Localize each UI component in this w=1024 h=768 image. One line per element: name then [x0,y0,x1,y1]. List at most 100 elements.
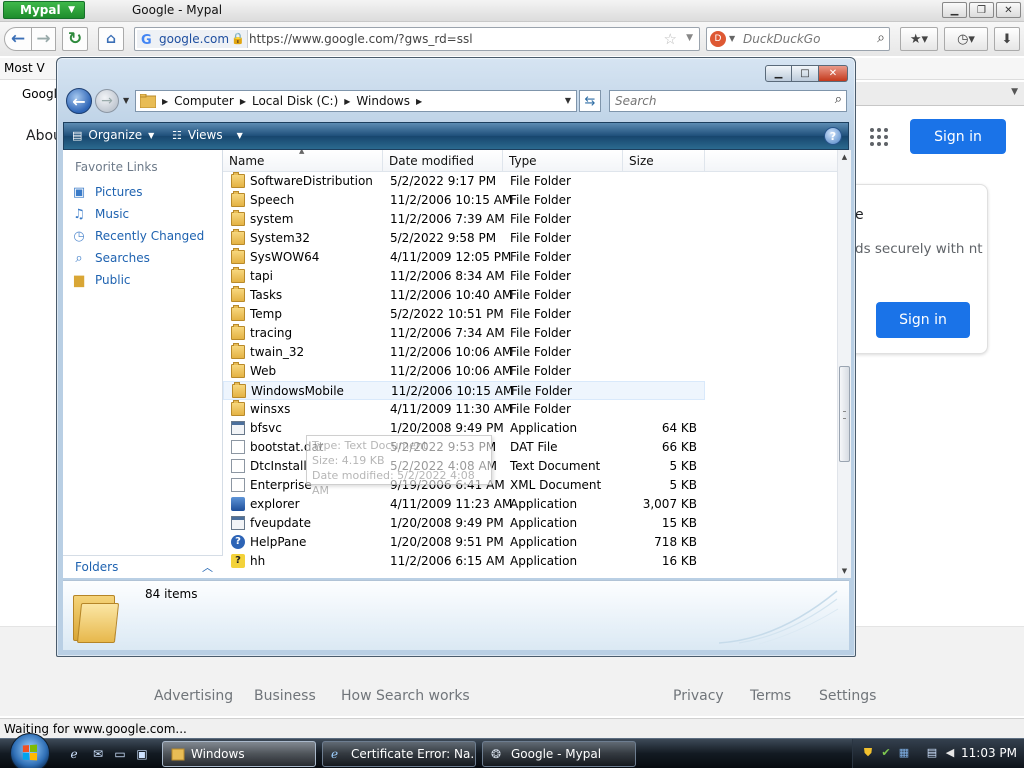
signin-button[interactable]: Sign in [910,119,1006,154]
breadcrumb-local-disk[interactable]: Local Disk (C:) [252,94,338,108]
quicklaunch-switch-windows-icon[interactable]: ▣ [134,746,150,762]
file-row[interactable]: Tasks 11/2/2006 10:40 AM File Folder [223,286,705,305]
file-row[interactable]: ? HelpPane 1/20/2008 9:51 PM Application 718… [223,533,705,552]
scroll-up-icon[interactable]: ▲ [838,150,851,164]
search-input[interactable] [743,31,871,47]
arrow-right-icon: → [101,93,113,109]
explorer-search-input[interactable] [615,94,815,108]
file-row[interactable]: WindowsMobile 11/2/2006 10:15 AM File Fold… [223,381,705,400]
quicklaunch-thunderbird-icon[interactable]: ✉ [90,746,106,762]
duckduckgo-icon[interactable]: D [710,31,726,47]
explorer-close-button[interactable]: ✕ [819,65,848,82]
bookmark-most-visited[interactable]: Most V [4,61,45,75]
close-button[interactable]: ✕ [996,2,1021,18]
folders-pane-toggle[interactable]: Folders ︿ [63,555,223,578]
safely-remove-icon[interactable]: ✔ [879,746,893,760]
file-list-scrollbar[interactable]: ▲ ▼ [837,150,851,578]
refresh-button[interactable]: ⇆ [579,90,601,112]
clock[interactable]: 11:03 PM [961,746,1017,760]
file-row[interactable]: tapi 11/2/2006 8:34 AM File Folder [223,267,705,286]
bookmarks-menu-button[interactable]: ★▾ [900,27,938,51]
tab-list-icon[interactable]: ▼ [1011,87,1018,97]
quicklaunch-ie-icon[interactable]: ℯ [66,746,82,762]
column-header-type[interactable]: Type [503,150,623,172]
restore-button[interactable]: ❐ [969,2,994,18]
favorite-public[interactable]: ▆ Public [71,272,131,288]
favorite-searches[interactable]: ⌕ Searches [71,250,150,266]
column-header-size[interactable]: Size [623,150,705,172]
file-row[interactable]: SysWOW64 4/11/2009 12:05 PM File Folder [223,248,705,267]
forward-button[interactable]: → [32,27,56,51]
footer-advertising-link[interactable]: Advertising [154,688,233,704]
address-history-dropdown-icon[interactable]: ▼ [565,96,571,105]
file-row[interactable]: twain_32 11/2/2006 10:06 AM File Folder [223,343,705,362]
back-button[interactable]: ← [4,27,32,51]
help-button[interactable]: ? [824,127,842,145]
history-button[interactable]: ◷▾ [944,27,988,51]
breadcrumb-separator-icon[interactable]: ▶ [344,97,350,108]
url-history-dropdown-icon[interactable]: ▼ [686,33,693,43]
explorer-back-button[interactable]: ← [66,88,92,114]
breadcrumb-windows[interactable]: Windows [356,94,410,108]
display-icon[interactable]: ▤ [925,746,939,760]
app-menu-button[interactable]: Mypal ▼ [3,1,85,19]
breadcrumb-separator-icon[interactable]: ▶ [416,97,422,108]
breadcrumb-separator-icon[interactable]: ▶ [162,97,168,108]
taskbar-item-google-mypal[interactable]: ❂ Google - Mypal [482,741,636,767]
address-bar[interactable]: ▶ Computer ▶ Local Disk (C:) ▶ Windows ▶… [135,90,577,112]
file-row[interactable]: SoftwareDistribution 5/2/2022 9:17 PM File… [223,172,705,191]
file-size: 64 KB [661,421,697,435]
file-row[interactable]: ? hh 11/2/2006 6:15 AM Application 16 KB [223,552,705,571]
file-row[interactable]: Speech 11/2/2006 10:15 AM File Folder [223,191,705,210]
scrollbar-thumb[interactable] [839,366,850,462]
url-text[interactable]: https://www.google.com/?gws_rd=ssl [249,32,473,46]
card-signin-button[interactable]: Sign in [876,302,970,338]
network-icon[interactable]: ▦ [897,746,911,760]
recent-pages-dropdown-icon[interactable]: ▼ [123,96,129,105]
column-header-name[interactable]: ▲ Name [223,150,383,172]
organize-button[interactable]: ▤ Organize ▼ [72,128,154,142]
footer-privacy-link[interactable]: Privacy [673,688,724,704]
favorite-pictures[interactable]: ▣ Pictures [71,184,143,200]
file-row[interactable]: Web 11/2/2006 10:06 AM File Folder [223,362,705,381]
explorer-minimize-button[interactable]: ▁ [765,65,792,82]
url-bar[interactable]: G google.com 🔒 https://www.google.com/?g… [134,27,700,51]
explorer-forward-button[interactable]: → [95,89,119,113]
views-button[interactable]: ☷ Views ▼ [172,128,243,142]
breadcrumb-separator-icon[interactable]: ▶ [240,97,246,108]
start-button[interactable] [10,733,50,768]
minimize-button[interactable]: ▁ [942,2,967,18]
quicklaunch-show-desktop-icon[interactable]: ▭ [112,746,128,762]
scroll-down-icon[interactable]: ▼ [838,564,851,578]
downloads-button[interactable]: ⬇ [994,27,1020,51]
footer-terms-link[interactable]: Terms [750,688,791,704]
security-shield-icon[interactable]: ⛊ [861,746,875,760]
explorer-maximize-button[interactable]: □ [792,65,819,82]
site-identity[interactable]: G google.com 🔒 [137,30,249,48]
taskbar-item-certificate-error[interactable]: ℯ Certificate Error: Na... [322,741,476,767]
file-row[interactable]: tracing 11/2/2006 7:34 AM File Folder [223,324,705,343]
file-row[interactable]: fveupdate 1/20/2008 9:49 PM Application 15 … [223,514,705,533]
home-button[interactable]: ⌂ [98,27,124,51]
file-row[interactable]: System32 5/2/2022 9:58 PM File Folder [223,229,705,248]
footer-settings-link[interactable]: Settings [819,688,876,704]
taskbar-item-windows[interactable]: Windows [162,741,316,767]
search-box[interactable]: D ▼ ⌕ [706,27,890,51]
breadcrumb-computer[interactable]: Computer [174,94,234,108]
file-row[interactable]: system 11/2/2006 7:39 AM File Folder [223,210,705,229]
search-icon[interactable]: ⌕ [877,30,885,46]
favorite-recently-changed[interactable]: ◷ Recently Changed [71,228,204,244]
footer-how-search-works-link[interactable]: How Search works [341,688,470,704]
file-row[interactable]: winsxs 4/11/2009 11:30 AM File Folder [223,400,705,419]
volume-icon[interactable]: ◀ [943,746,957,760]
search-icon[interactable]: ⌕ [835,92,842,107]
reload-button[interactable]: ↻ [62,27,88,51]
file-row[interactable]: Temp 5/2/2022 10:51 PM File Folder [223,305,705,324]
column-header-date-modified[interactable]: Date modified [383,150,503,172]
google-apps-icon[interactable] [870,128,888,146]
arrow-left-icon: ← [72,91,86,111]
bookmark-star-icon[interactable]: ☆ [664,30,677,48]
footer-business-link[interactable]: Business [254,688,316,704]
explorer-search-box[interactable]: ⌕ [609,90,847,112]
favorite-music[interactable]: ♫ Music [71,206,129,222]
